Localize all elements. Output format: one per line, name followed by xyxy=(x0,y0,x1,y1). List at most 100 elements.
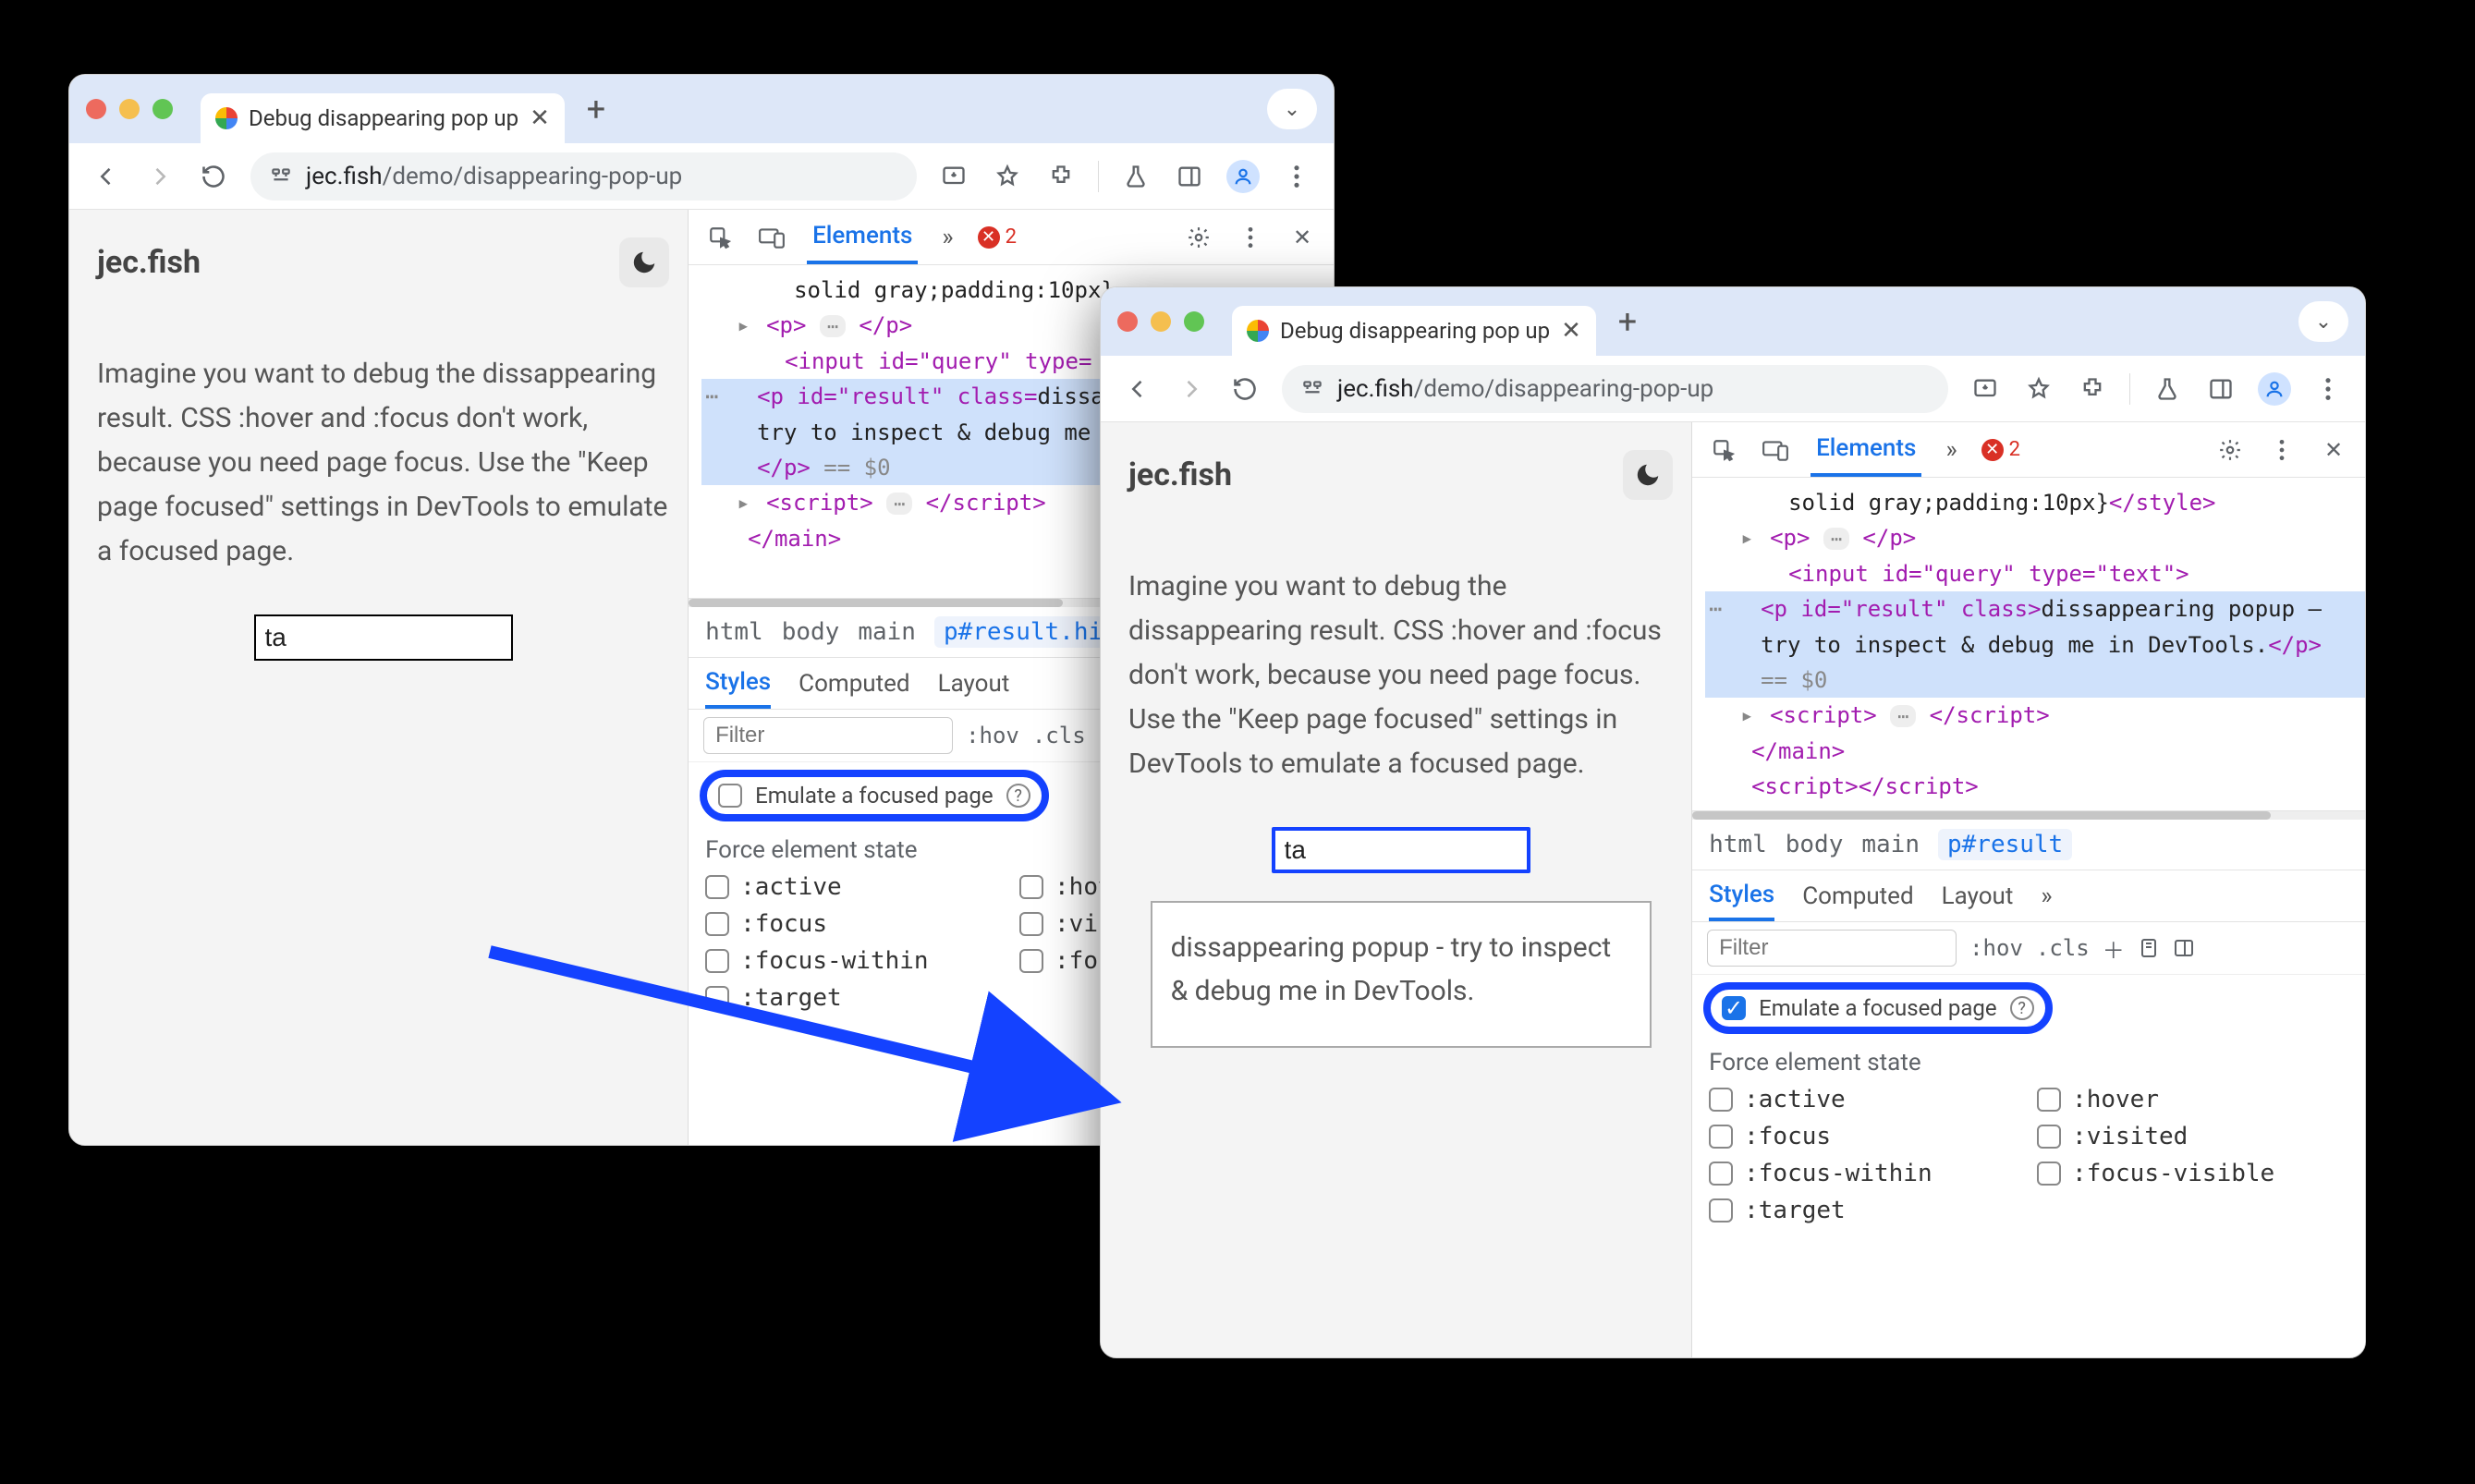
reload-button[interactable] xyxy=(1228,372,1262,406)
browser-tab[interactable]: Debug disappearing pop up ✕ xyxy=(1232,306,1596,356)
tab-close-icon[interactable]: ✕ xyxy=(1561,317,1581,345)
devtools-close-icon[interactable]: ✕ xyxy=(1286,221,1319,254)
toolbar-separator xyxy=(1098,161,1099,192)
error-badge-icon: ✕ xyxy=(1981,439,2004,461)
close-window-icon[interactable] xyxy=(86,99,106,119)
theme-toggle-button[interactable] xyxy=(1623,450,1673,500)
side-panel-icon[interactable] xyxy=(2204,372,2237,406)
state-focus-within[interactable]: :focus-within xyxy=(705,947,1003,975)
overflow-menu-icon[interactable] xyxy=(1280,160,1313,193)
reload-button[interactable] xyxy=(197,160,230,193)
device-toggle-icon[interactable] xyxy=(755,221,788,254)
emulate-focused-page-checkbox[interactable]: ✓ xyxy=(1722,996,1746,1020)
hov-toggle[interactable]: :hov xyxy=(1969,935,2023,961)
devtools-close-icon[interactable]: ✕ xyxy=(2317,433,2350,467)
minimize-window-icon[interactable] xyxy=(119,99,140,119)
force-state-grid: :active :hover :focus :visited :focus-wi… xyxy=(1692,1080,2365,1241)
install-icon[interactable] xyxy=(1969,372,2002,406)
bookmark-icon[interactable] xyxy=(991,160,1024,193)
query-input[interactable] xyxy=(254,614,513,661)
back-button[interactable] xyxy=(1121,372,1154,406)
tabs-more-icon[interactable]: » xyxy=(1940,422,1962,477)
computed-tab[interactable]: Computed xyxy=(799,658,909,709)
force-state-heading: Force element state xyxy=(1692,1041,2365,1080)
extensions-icon[interactable] xyxy=(2076,372,2109,406)
inspect-tool-icon[interactable] xyxy=(703,221,737,254)
inspect-tool-icon[interactable] xyxy=(1707,433,1740,467)
error-count[interactable]: ✕2 xyxy=(978,225,1017,249)
state-visited[interactable]: :visited xyxy=(2037,1123,2348,1150)
state-target[interactable]: :target xyxy=(705,984,1003,1012)
address-bar[interactable]: jec.fish/demo/disappearing-pop-up xyxy=(1282,365,1948,413)
settings-icon[interactable] xyxy=(1182,221,1215,254)
state-target[interactable]: :target xyxy=(1709,1197,2020,1224)
elements-tab[interactable]: Elements xyxy=(1811,422,1921,477)
styles-tab[interactable]: Styles xyxy=(705,658,771,709)
new-rule-icon[interactable]: ＋ xyxy=(2103,932,2125,965)
layout-tab[interactable]: Layout xyxy=(938,658,1010,709)
tab-title: Debug disappearing pop up xyxy=(249,105,518,131)
devtools-menu-icon[interactable] xyxy=(1234,221,1267,254)
hov-toggle[interactable]: :hov xyxy=(966,723,1019,748)
side-panel-icon[interactable] xyxy=(1173,160,1206,193)
help-icon[interactable]: ? xyxy=(2010,996,2034,1020)
maximize-window-icon[interactable] xyxy=(152,99,173,119)
minimize-window-icon[interactable] xyxy=(1151,311,1171,332)
extensions-icon[interactable] xyxy=(1044,160,1078,193)
help-icon[interactable]: ? xyxy=(1006,784,1030,808)
styles-tab[interactable]: Styles xyxy=(1709,870,1774,921)
tab-overflow-button[interactable]: ⌄ xyxy=(2298,301,2348,342)
tab-overflow-button[interactable]: ⌄ xyxy=(1267,89,1317,129)
computed-side-icon[interactable] xyxy=(2173,937,2195,959)
forward-button xyxy=(143,160,177,193)
cls-toggle[interactable]: .cls xyxy=(1032,723,1086,748)
labs-icon[interactable] xyxy=(2151,372,2184,406)
styles-panel-tabs: Styles Computed Layout » xyxy=(1692,870,2365,922)
breadcrumb[interactable]: html body main p#result xyxy=(1692,820,2365,870)
new-tab-button[interactable]: + xyxy=(578,91,615,128)
favicon-icon xyxy=(215,107,238,129)
device-toggle-icon[interactable] xyxy=(1759,433,1792,467)
state-active[interactable]: :active xyxy=(1709,1086,2020,1113)
rendering-icon[interactable] xyxy=(2138,937,2160,959)
dom-tree[interactable]: solid gray;padding:10px}</style> ▸<p> ⋯ … xyxy=(1692,478,2365,810)
styles-filter-input[interactable] xyxy=(703,717,953,754)
emulate-focused-page-label: Emulate a focused page xyxy=(1759,995,1997,1021)
theme-toggle-button[interactable] xyxy=(619,237,669,287)
elements-tab[interactable]: Elements xyxy=(807,210,918,264)
panel-tabs-more-icon[interactable]: » xyxy=(2041,870,2052,921)
state-hover[interactable]: :hover xyxy=(2037,1086,2348,1113)
devtools-panel: Elements » ✕2 ✕ solid gray;padding:10px}… xyxy=(1691,422,2365,1357)
profile-button[interactable] xyxy=(2258,372,2291,406)
tab-close-icon[interactable]: ✕ xyxy=(530,104,550,132)
state-focus-visible[interactable]: :focus-visible xyxy=(2037,1160,2348,1187)
overflow-menu-icon[interactable] xyxy=(2311,372,2345,406)
url-text: jec.fish/demo/disappearing-pop-up xyxy=(306,163,682,190)
close-window-icon[interactable] xyxy=(1117,311,1138,332)
query-input[interactable] xyxy=(1272,827,1530,873)
install-icon[interactable] xyxy=(937,160,970,193)
emulate-focused-page-checkbox[interactable] xyxy=(718,784,742,808)
profile-button[interactable] xyxy=(1226,160,1260,193)
computed-tab[interactable]: Computed xyxy=(1802,870,1913,921)
devtools-menu-icon[interactable] xyxy=(2265,433,2298,467)
back-button[interactable] xyxy=(90,160,123,193)
styles-filter-input[interactable] xyxy=(1707,930,1957,967)
dom-scrollbar[interactable] xyxy=(1692,810,2365,820)
state-focus[interactable]: :focus xyxy=(1709,1123,2020,1150)
browser-toolbar: jec.fish/demo/disappearing-pop-up xyxy=(69,143,1334,210)
maximize-window-icon[interactable] xyxy=(1184,311,1204,332)
cls-toggle[interactable]: .cls xyxy=(2036,935,2090,961)
labs-icon[interactable] xyxy=(1119,160,1152,193)
bookmark-icon[interactable] xyxy=(2022,372,2055,406)
browser-tab[interactable]: Debug disappearing pop up ✕ xyxy=(201,93,565,143)
state-active[interactable]: :active xyxy=(705,873,1003,901)
address-bar[interactable]: jec.fish/demo/disappearing-pop-up xyxy=(250,152,917,201)
state-focus[interactable]: :focus xyxy=(705,910,1003,938)
error-count[interactable]: ✕2 xyxy=(1981,438,2020,461)
state-focus-within[interactable]: :focus-within xyxy=(1709,1160,2020,1187)
new-tab-button[interactable]: + xyxy=(1609,303,1646,340)
layout-tab[interactable]: Layout xyxy=(1942,870,2014,921)
settings-icon[interactable] xyxy=(2213,433,2247,467)
tabs-more-icon[interactable]: » xyxy=(936,210,958,264)
